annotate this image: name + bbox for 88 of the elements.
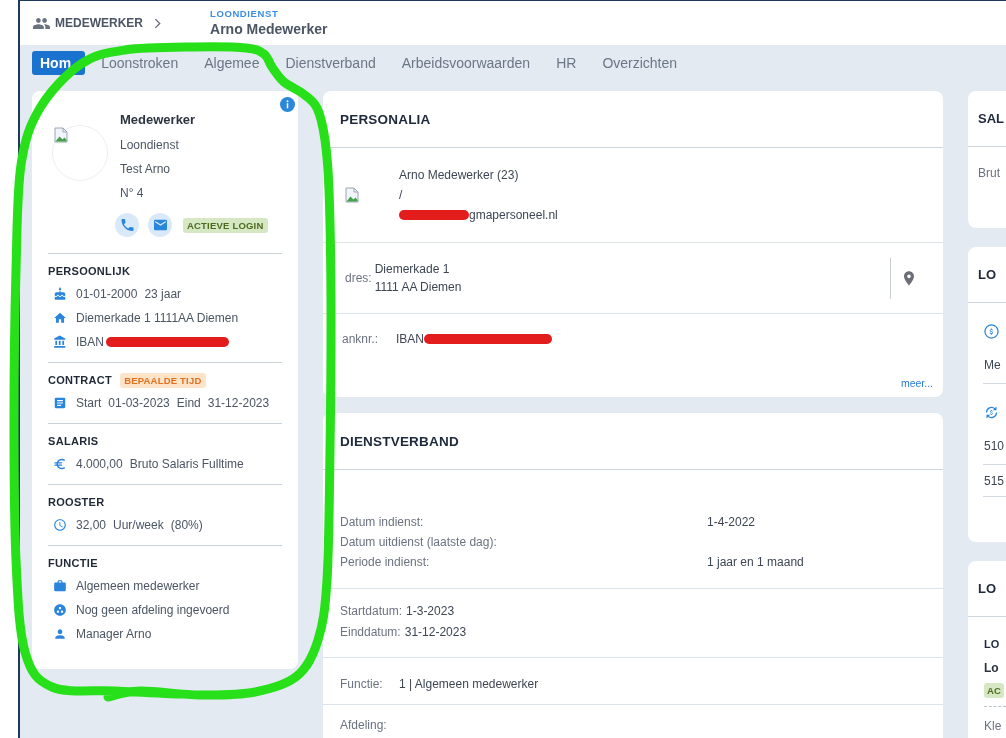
- entry-name: Lo: [984, 660, 999, 677]
- nav-tab[interactable]: Arbeidsvoorwaarden: [391, 51, 541, 75]
- section-heading: SALARIS: [48, 435, 99, 447]
- field-value: 31-12-2023: [404, 624, 467, 641]
- mail-icon: [153, 219, 167, 231]
- address-line: 1111 AA Diemen: [374, 279, 462, 296]
- card-text: Brut: [978, 166, 1000, 180]
- detail-text: 01-01-2000: [76, 287, 138, 301]
- field-label: Datum uitdienst (laatste dag):: [340, 534, 497, 551]
- field-label: Afdeling:: [340, 718, 387, 732]
- mail-button[interactable]: [148, 213, 172, 237]
- bank-icon: [53, 335, 67, 349]
- phone-icon: [120, 219, 134, 231]
- broken-image-icon: [54, 127, 68, 143]
- detail-text: 4.000,00: [76, 457, 123, 471]
- address-line: Diemerkade 1: [374, 261, 450, 278]
- detail-text: Nog geen afdeling ingevoerd: [76, 603, 230, 617]
- home-icon: [53, 311, 67, 325]
- contact-text: Arno Medewerker (23): [399, 168, 519, 182]
- detail-text: 31-12-2023: [207, 396, 270, 410]
- euro-icon: [53, 457, 67, 471]
- section-heading: PERSOONLIJK: [48, 265, 131, 277]
- detail-text: 01-03-2023: [108, 396, 170, 410]
- people-icon: [33, 17, 50, 29]
- contact-text: gmapersoneel.nl: [469, 208, 558, 222]
- map-pin-icon[interactable]: [904, 270, 914, 286]
- category-label: LOONDIENST: [210, 8, 280, 20]
- detail-text: 32,00: [76, 518, 107, 532]
- card-title: LO: [968, 247, 1006, 303]
- field-value: IBAN: [396, 332, 425, 346]
- nav-tab[interactable]: HR: [546, 51, 587, 75]
- field-label: Startdatum:: [340, 603, 403, 620]
- profile-detail: Test Arno: [120, 161, 171, 178]
- section-heading: ROOSTER: [48, 496, 105, 508]
- card-title: LO: [968, 561, 1006, 617]
- contact-text: /: [399, 188, 403, 202]
- detail-text: Start: [76, 396, 102, 410]
- employee-name: Arno Medewerker: [210, 20, 328, 38]
- card-title: PERSONALIA: [323, 91, 943, 148]
- entry-text: Kle: [984, 718, 1003, 735]
- detail-text: Manager Arno: [76, 627, 152, 641]
- nav-tab[interactable]: Dienstverband: [275, 51, 386, 75]
- list-text: 510: [984, 438, 1005, 455]
- login-status-badge: ACTIEVE LOGIN: [183, 217, 268, 233]
- profile-detail: N° 4: [120, 185, 144, 202]
- entry-heading: LO: [984, 637, 1000, 652]
- more-link[interactable]: meer...: [900, 377, 933, 389]
- detail-text: Algemeen medewerker: [76, 579, 200, 593]
- briefcase-icon: [53, 579, 67, 593]
- field-value: 1-4-2022: [707, 514, 756, 531]
- detail-text: IBAN: [76, 335, 104, 349]
- detail-text: Uur/week: [113, 518, 164, 532]
- status-badge: AC: [984, 683, 1005, 698]
- clock-icon: [53, 518, 67, 532]
- field-label: Functie:: [340, 676, 384, 693]
- cake-icon: [53, 287, 67, 301]
- detail-text: Eind: [176, 396, 201, 410]
- nav-tab[interactable]: Algemee: [194, 51, 270, 75]
- card-title: SAL: [968, 91, 1006, 147]
- field-label: anknr.:: [342, 332, 379, 346]
- broken-image-icon: [345, 187, 359, 203]
- field-label: Datum indienst:: [340, 514, 424, 531]
- detail-text: (80%): [170, 518, 203, 532]
- detail-text: Bruto Salaris Fulltime: [129, 457, 244, 471]
- list-text: Me: [984, 357, 1001, 374]
- field-value: 1 | Algemeen medewerker: [399, 676, 539, 693]
- person-icon: [53, 627, 67, 641]
- profile-detail: Loondienst: [120, 137, 179, 154]
- contract-type-badge: BEPAALDE TIJD: [120, 372, 206, 388]
- nav-tab[interactable]: Overzichten: [592, 51, 688, 75]
- field-label: Einddatum:: [340, 624, 401, 641]
- field-value: 1-3-2023: [406, 603, 455, 620]
- detail-text: Diemerkade 1 1111AA Diemen: [76, 311, 239, 325]
- field-label: Periode indienst:: [340, 554, 430, 571]
- section-heading: CONTRACT: [48, 374, 113, 386]
- list-text: 515: [984, 473, 1005, 490]
- phone-button[interactable]: [115, 213, 139, 237]
- section-heading: FUNCTIE: [48, 557, 98, 569]
- profile-title: Medewerker: [120, 111, 196, 129]
- info-icon[interactable]: [280, 97, 295, 112]
- nav-tab[interactable]: Loonstroken: [91, 51, 189, 75]
- field-value: 1 jaar en 1 maand: [707, 554, 804, 571]
- detail-text: 23 jaar: [144, 287, 182, 301]
- breadcrumb-link[interactable]: MEDEWERKER: [33, 16, 143, 30]
- document-icon: [53, 396, 67, 410]
- card-title: DIENSTVERBAND: [323, 413, 943, 470]
- field-label: dres:: [345, 271, 372, 285]
- chevron-right-icon: [154, 17, 161, 29]
